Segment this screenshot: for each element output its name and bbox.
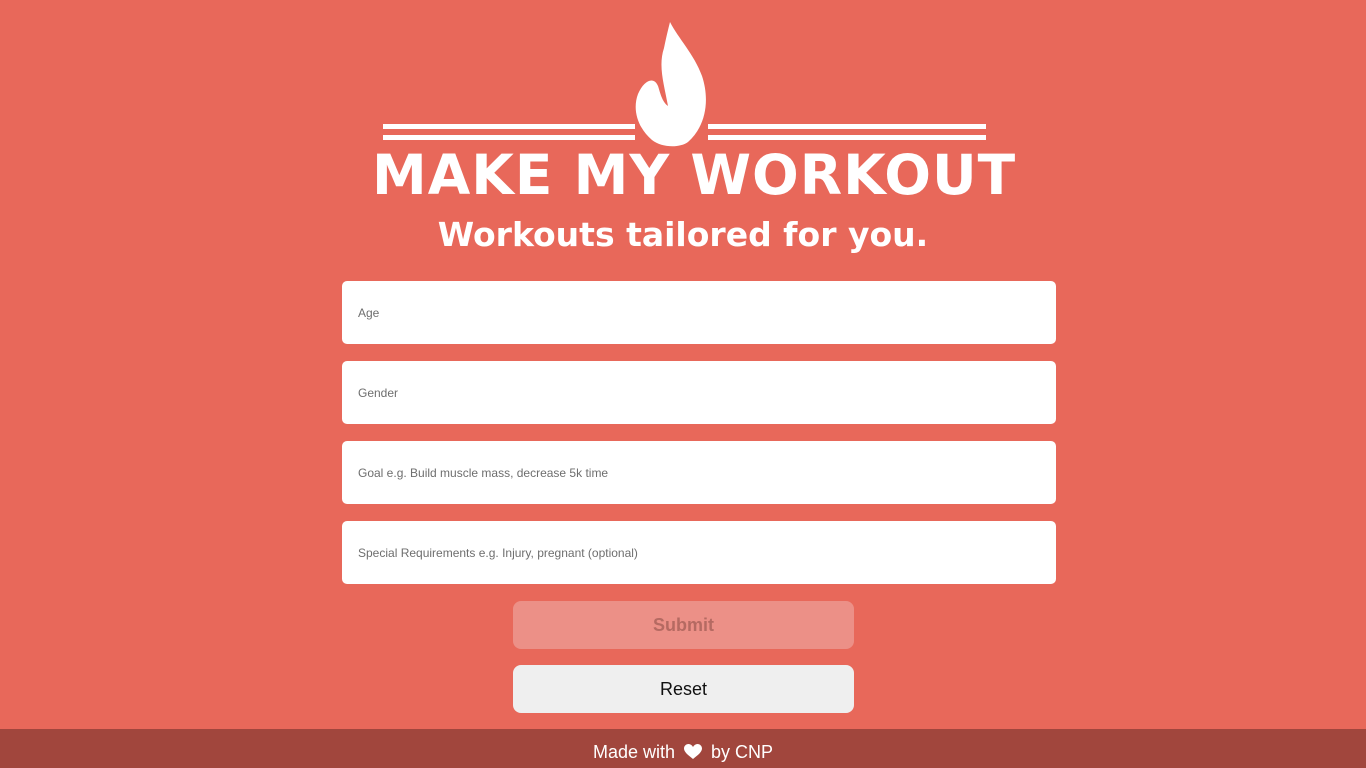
age-input[interactable] <box>342 281 1056 344</box>
logo-stripes-right <box>708 124 986 144</box>
submit-button[interactable]: Submit <box>513 601 854 649</box>
footer: Made with by CNP <box>0 729 1366 768</box>
special-requirements-input[interactable] <box>342 521 1056 584</box>
flame-icon <box>635 22 706 147</box>
logo-tagline: Workouts tailored for you. <box>437 215 929 254</box>
footer-suffix: by CNP <box>711 742 774 762</box>
heart-icon <box>684 744 703 759</box>
app-logo: MAKE MY WORKOUT Workouts tailored for yo… <box>0 0 1366 270</box>
gender-input[interactable] <box>342 361 1056 424</box>
logo-title: MAKE MY WORKOUT <box>372 143 1017 207</box>
logo-stripes-left <box>383 124 635 144</box>
goal-input[interactable] <box>342 441 1056 504</box>
footer-prefix: Made with <box>592 742 675 762</box>
reset-button[interactable]: Reset <box>513 665 854 713</box>
